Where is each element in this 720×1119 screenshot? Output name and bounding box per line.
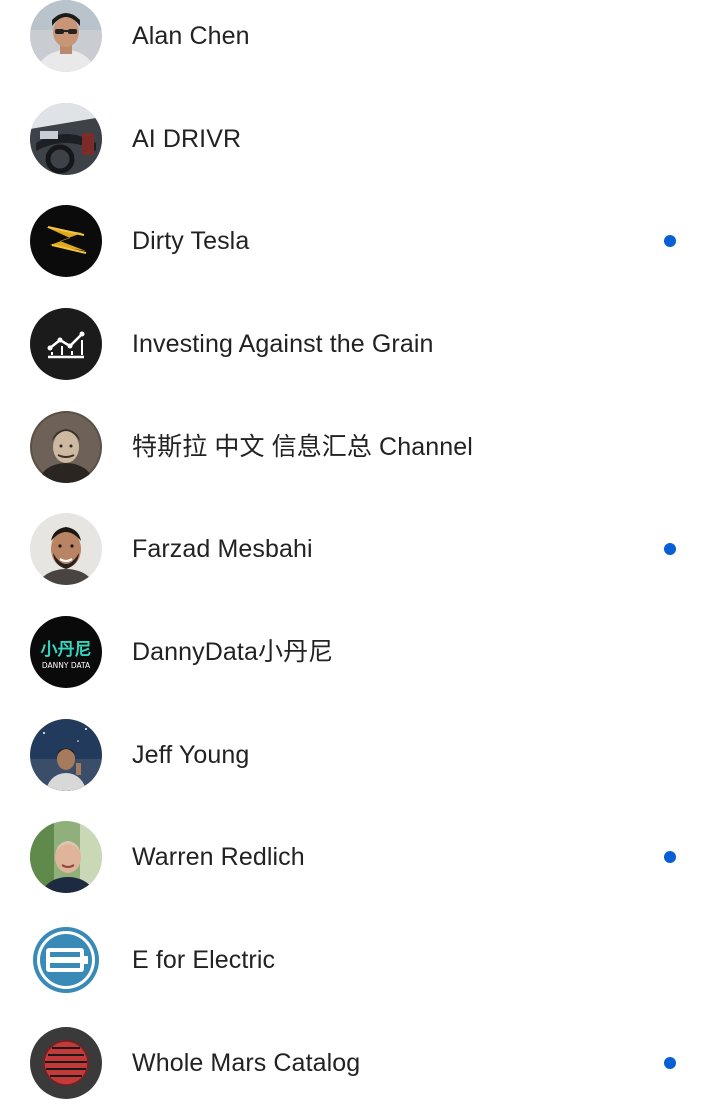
farzad-mesbahi-avatar xyxy=(30,513,102,585)
channel-name: Dirty Tesla xyxy=(132,227,250,255)
dirty-tesla-avatar xyxy=(30,205,102,277)
investing-against-the-grain-avatar xyxy=(30,308,102,380)
tesla-chinese-channel-avatar xyxy=(30,411,102,483)
new-content-indicator xyxy=(664,851,676,863)
svg-text:小丹尼: 小丹尼 xyxy=(41,640,92,660)
channel-row-tesla-chinese-channel[interactable]: 特斯拉 中文 信息汇总 Channel xyxy=(0,396,720,499)
ai-drivr-avatar xyxy=(30,103,102,175)
channel-name: 特斯拉 中文 信息汇总 Channel xyxy=(132,433,473,461)
jeff-young-avatar xyxy=(30,719,102,791)
channel-row-whole-mars-catalog[interactable]: Whole Mars Catalog xyxy=(0,1012,720,1115)
channel-row-investing-against-the-grain[interactable]: Investing Against the Grain xyxy=(0,293,720,396)
subscribed-channel-list: Alan Chen AI DRIVR Dirty Tesla Investing… xyxy=(0,0,720,1119)
channel-name: Whole Mars Catalog xyxy=(132,1049,361,1077)
alan-chen-avatar xyxy=(30,0,102,72)
channel-name: Investing Against the Grain xyxy=(132,330,434,358)
dannydata-avatar: 小丹尼 DANNY DATA xyxy=(30,616,102,688)
channel-row-warren-redlich[interactable]: Warren Redlich xyxy=(0,806,720,909)
warren-redlich-avatar xyxy=(30,821,102,893)
new-content-indicator xyxy=(664,1057,676,1069)
channel-name: DannyData小丹尼 xyxy=(132,638,334,666)
channel-row-ai-drivr[interactable]: AI DRIVR xyxy=(0,88,720,191)
channel-row-dirty-tesla[interactable]: Dirty Tesla xyxy=(0,190,720,293)
whole-mars-catalog-avatar xyxy=(30,1027,102,1099)
channel-name: Warren Redlich xyxy=(132,843,305,871)
svg-text:DANNY DATA: DANNY DATA xyxy=(42,661,91,670)
channel-name: AI DRIVR xyxy=(132,125,242,153)
channel-row-alan-chen[interactable]: Alan Chen xyxy=(0,0,720,88)
channel-row-farzad-mesbahi[interactable]: Farzad Mesbahi xyxy=(0,498,720,601)
new-content-indicator xyxy=(664,543,676,555)
e-for-electric-avatar xyxy=(30,924,102,996)
channel-row-e-for-electric[interactable]: E for Electric xyxy=(0,909,720,1012)
channel-row-jeff-young[interactable]: Jeff Young xyxy=(0,704,720,807)
channel-row-dannydata[interactable]: 小丹尼 DANNY DATA DannyData小丹尼 xyxy=(0,601,720,704)
channel-name: Jeff Young xyxy=(132,741,250,769)
channel-name: Farzad Mesbahi xyxy=(132,535,313,563)
channel-name: Alan Chen xyxy=(132,22,250,50)
channel-name: E for Electric xyxy=(132,946,276,974)
new-content-indicator xyxy=(664,235,676,247)
